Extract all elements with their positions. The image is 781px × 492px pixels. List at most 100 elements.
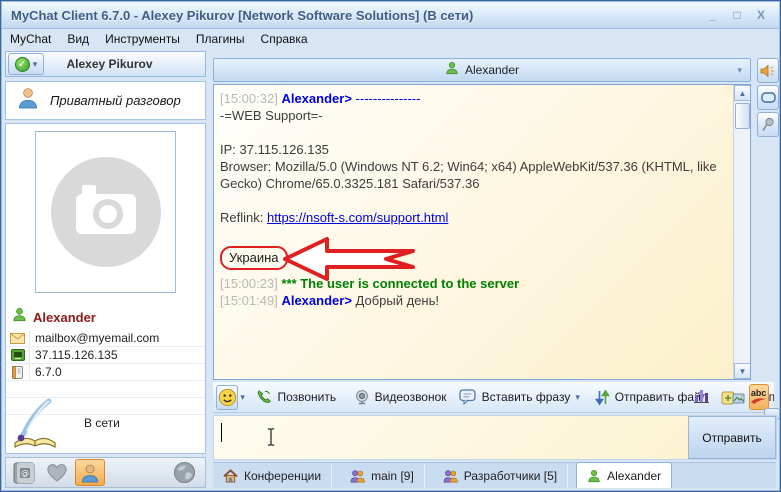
phone-icon xyxy=(256,389,272,405)
avatar xyxy=(35,131,176,293)
message-text: Добрый день! xyxy=(356,293,439,308)
rounded-window-icon xyxy=(761,92,776,103)
empty-row xyxy=(6,381,205,398)
send-label: Отправить xyxy=(702,431,762,445)
web-button[interactable] xyxy=(169,459,199,486)
tab-label: Alexander xyxy=(607,469,661,483)
emoticons-button[interactable] xyxy=(216,385,238,410)
statistics-button[interactable] xyxy=(693,387,710,407)
spellcheck-swoosh-icon xyxy=(750,397,768,405)
scroll-thumb[interactable] xyxy=(735,103,750,129)
contact-ip: 37.115.126.135 xyxy=(30,348,118,362)
window-title: MyChat Client 6.7.0 - Alexey Pikurov [Ne… xyxy=(11,8,473,23)
menu-bar: MyChat Вид Инструменты Плагины Справка xyxy=(2,29,779,49)
chat-target-selector[interactable]: Alexander ▾ xyxy=(213,58,751,82)
sound-button[interactable] xyxy=(757,58,779,83)
message-list: [15:00:32] Alexander> --------------- -=… xyxy=(214,85,733,379)
tab-label: Разработчики [5] xyxy=(464,469,557,483)
message-toolbar: ▾ Позвонить Видеозвонок xyxy=(213,382,774,413)
insert-image-button[interactable] xyxy=(721,389,745,406)
maximize-button[interactable]: □ xyxy=(729,7,745,23)
conversation-tabs: Конференции main [9] xyxy=(213,462,776,488)
group-icon xyxy=(443,469,458,484)
emoticons-dropdown[interactable]: ▾ xyxy=(238,385,247,410)
message: Browser: Mozilla/5.0 (Windows NT 6.2; Wi… xyxy=(220,158,729,192)
timestamp: [15:01:49] xyxy=(220,293,278,308)
chat-scrollbar[interactable]: ▲ ▼ xyxy=(733,85,750,379)
tab-developers[interactable]: Разработчики [5] xyxy=(433,464,568,488)
video-call-label: Видеозвонок xyxy=(375,390,447,404)
version-book-icon xyxy=(6,364,30,380)
menu-help[interactable]: Справка xyxy=(261,32,308,46)
tab-alexander[interactable]: Alexander xyxy=(576,462,672,488)
chevron-down-icon: ▾ xyxy=(240,392,245,403)
contact-name: Alexander xyxy=(33,310,96,325)
contact-email: mailbox@myemail.com xyxy=(30,331,159,345)
version-row: 6.7.0 xyxy=(6,364,205,381)
address-book-button[interactable]: @ xyxy=(9,459,39,486)
text-caret xyxy=(221,423,222,442)
video-call-button[interactable]: Видеозвонок xyxy=(354,389,447,405)
private-talk-label: Приватный разговор xyxy=(50,93,181,108)
menu-view[interactable]: Вид xyxy=(67,32,89,46)
menu-tools[interactable]: Инструменты xyxy=(105,32,180,46)
scroll-up-button[interactable]: ▲ xyxy=(734,85,751,101)
chat-log: [15:00:32] Alexander> --------------- -=… xyxy=(213,84,751,380)
spellcheck-button[interactable]: abc xyxy=(749,384,769,410)
insert-phrase-label: Вставить фразу xyxy=(482,390,571,404)
address-book-icon: @ xyxy=(12,462,36,484)
person-green-icon xyxy=(587,469,601,483)
scroll-down-button[interactable]: ▼ xyxy=(734,363,751,379)
message-text: IP: 37.115.126.135 xyxy=(220,142,329,157)
ip-row: 37.115.126.135 xyxy=(6,347,205,364)
tab-main[interactable]: main [9] xyxy=(340,464,425,488)
message-text: -=WEB Support=- xyxy=(220,108,323,123)
window-mode-button[interactable] xyxy=(757,85,779,110)
status-button[interactable]: ✓ ▾ xyxy=(8,53,44,75)
contact-card-button[interactable] xyxy=(75,459,105,486)
chevron-down-icon: ▾ xyxy=(33,59,38,70)
message: -=WEB Support=- xyxy=(220,107,729,124)
sidebar-toolbar: @ xyxy=(5,457,206,488)
online-status-icon: ✓ xyxy=(15,57,30,72)
call-button[interactable]: Позвонить xyxy=(256,389,336,405)
timestamp: [15:00:32] xyxy=(220,91,278,106)
email-row: mailbox@myemail.com xyxy=(6,330,205,347)
favorites-button[interactable] xyxy=(42,459,72,486)
ibeam-cursor xyxy=(266,427,276,452)
transfer-arrows-icon xyxy=(595,389,610,406)
support-link[interactable]: https://nsoft-s.com/support.html xyxy=(267,210,448,225)
smiley-icon xyxy=(218,388,237,407)
chat-target-name: Alexander xyxy=(465,63,519,77)
menu-mychat[interactable]: MyChat xyxy=(10,32,51,46)
private-talk-panel: Приватный разговор xyxy=(5,81,206,120)
message-input[interactable]: Отправить xyxy=(213,415,777,460)
app-window: MyChat Client 6.7.0 - Alexey Pikurov [Ne… xyxy=(0,0,781,492)
tab-conferences[interactable]: Конференции xyxy=(213,464,332,488)
envelope-icon xyxy=(6,330,30,346)
person-blue-icon xyxy=(16,86,40,115)
insert-phrase-button[interactable]: Вставить фразу ▾ xyxy=(459,389,580,405)
tab-label: main [9] xyxy=(371,469,414,483)
contact-version: 6.7.0 xyxy=(30,365,62,379)
camera-placeholder-icon xyxy=(46,152,166,272)
pin-button[interactable] xyxy=(757,112,779,137)
blank-line xyxy=(220,192,729,209)
send-file-button[interactable]: Отправить файл xyxy=(595,389,708,406)
minimize-button[interactable]: _ xyxy=(705,7,721,23)
close-button[interactable]: X xyxy=(753,7,769,23)
message: IP: 37.115.126.135 xyxy=(220,141,729,158)
speech-bubble-icon xyxy=(459,389,477,405)
chart-icon xyxy=(693,387,710,404)
sidebar-header: ✓ ▾ Alexey Pikurov xyxy=(5,51,206,77)
message: Reflink: https://nsoft-s.com/support.htm… xyxy=(220,209,729,226)
chat-column: Alexander ▾ [15:00:32] A xyxy=(211,51,778,488)
menu-plugins[interactable]: Плагины xyxy=(196,32,245,46)
speaker-icon xyxy=(760,64,776,78)
country-label: Украина xyxy=(220,246,288,270)
message: [15:01:49] Alexander> Добрый день! xyxy=(220,292,729,309)
chevron-down-icon: ▾ xyxy=(737,65,742,76)
person-green-icon xyxy=(445,61,459,80)
message-text: --------------- xyxy=(356,91,421,106)
send-button[interactable]: Отправить xyxy=(688,416,776,459)
